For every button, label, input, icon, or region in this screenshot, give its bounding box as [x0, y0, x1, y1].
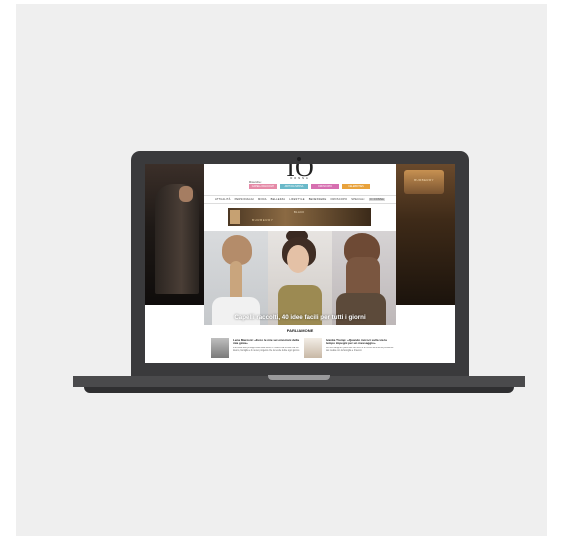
hero-photo-1 — [204, 231, 268, 325]
laptop-screen: BURBERRY IO DONNA Ricerche: CAPELLI RACC… — [145, 164, 455, 363]
side-banner-right[interactable]: BURBERRY — [396, 164, 455, 305]
nav-item-bellezza[interactable]: BELLEZZA — [271, 198, 286, 201]
tag-celebrities[interactable]: CELEBRITIES — [342, 184, 370, 189]
news-headline[interactable]: Ivanka Trump: «Quando incroci sulla via … — [326, 338, 396, 346]
section-title: PARLIAMONE — [286, 328, 314, 333]
news-excerpt: La first daughter parla del suo libro e … — [326, 347, 394, 352]
nav-item-attualita[interactable]: ATTUALITÀ — [215, 198, 231, 201]
main-nav: ATTUALITÀ PERSONAGGI MODA BELLEZZA LIFES… — [204, 195, 396, 204]
tag-capelli-raccolti[interactable]: CAPELLI RACCOLTI — [249, 184, 277, 189]
product-image: BURBERRY — [404, 170, 444, 194]
nav-item-oroscopo[interactable]: OROSCOPO — [330, 198, 347, 201]
side-banner-left[interactable] — [145, 164, 204, 305]
ad-text: BLACK — [294, 211, 305, 214]
hero-title[interactable]: Capelli raccolti, 40 idee facili per tut… — [204, 314, 396, 321]
nav-item-lifestyle[interactable]: LIFESTYLE — [289, 198, 305, 201]
laptop-base-lip — [84, 387, 514, 393]
nav-item-io-donna[interactable]: IO DONNA — [368, 198, 385, 201]
ad-product-image — [230, 210, 240, 224]
hero-photo-2 — [268, 231, 332, 325]
ad-brand: BURBERRY — [252, 218, 274, 222]
tag-abiti-da-sposa[interactable]: ABITI DA SPOSA — [280, 184, 308, 189]
tag-oroscopo[interactable]: OROSCOPO — [311, 184, 339, 189]
camera-icon — [297, 157, 301, 161]
hero-article[interactable]: Capelli raccolti, 40 idee facili per tut… — [204, 231, 396, 325]
news-thumbnail — [211, 338, 229, 358]
nav-item-benessere[interactable]: BENESSERE — [309, 198, 327, 201]
laptop-notch — [268, 375, 330, 380]
coat-figure — [155, 184, 199, 294]
hero-photo-3 — [332, 231, 396, 325]
site-header: IO DONNA Ricerche: CAPELLI RACCOLTI ABIT… — [204, 164, 396, 194]
nav-item-moda[interactable]: MODA — [258, 198, 267, 201]
news-item[interactable]: Ivanka Trump: «Quando incroci sulla via … — [304, 338, 396, 360]
nav-item-personaggi[interactable]: PERSONAGGI — [235, 198, 254, 201]
nav-item-speciali[interactable]: SPECIALI — [351, 198, 364, 201]
site-logo-subtitle: DONNA — [290, 177, 310, 180]
news-excerpt: Intervista alla protagonista della serie… — [233, 347, 300, 352]
hand-figure — [179, 186, 193, 202]
news-headline[interactable]: Lena Mazzoni: «Ecco le mie sei emozioni … — [233, 338, 303, 346]
side-brand-text: BURBERRY — [414, 178, 434, 182]
news-thumbnail — [304, 338, 322, 358]
news-item[interactable]: Lena Mazzoni: «Ecco le mie sei emozioni … — [211, 338, 303, 360]
ad-banner[interactable]: BURBERRY BLACK — [228, 208, 371, 226]
